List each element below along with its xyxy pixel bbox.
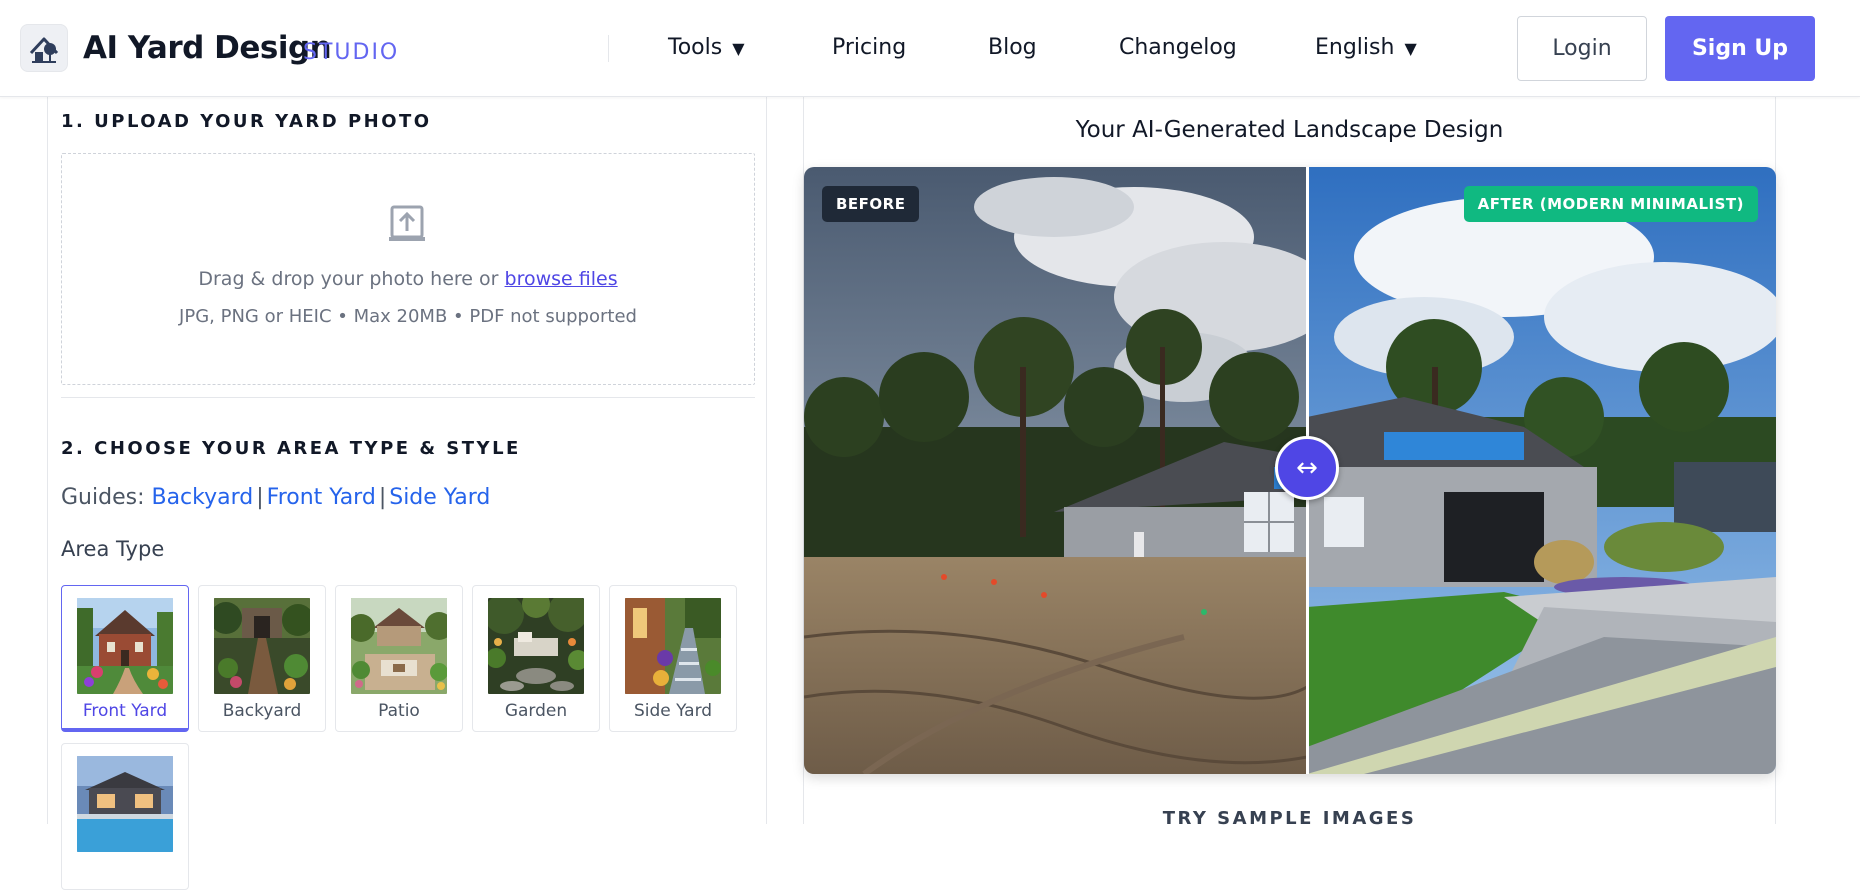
guides-links: Guides: Backyard | Front Yard | Side Yard — [61, 485, 491, 510]
area-tile-label: Front Yard — [82, 701, 168, 721]
upload-heading: 1. UPLOAD YOUR YARD PHOTO — [61, 111, 432, 132]
area-tile-front-yard[interactable]: Front Yard — [61, 585, 189, 732]
nav-divider — [608, 35, 609, 62]
login-button[interactable]: Login — [1517, 16, 1647, 81]
chevron-down-icon: ▼ — [1404, 39, 1417, 58]
dropzone-instructions: Drag & drop your photo here or browse fi… — [62, 268, 754, 290]
brand-subtitle: STUDIO — [303, 40, 400, 65]
slider-handle[interactable]: ↔ — [1275, 436, 1339, 500]
language-label: English — [1315, 35, 1395, 60]
guides-label: Guides: — [61, 485, 145, 510]
before-after-comparison[interactable]: BEFORE AFTER (MODERN MINIMALIST) ↔ — [804, 167, 1776, 774]
upload-icon — [389, 205, 425, 241]
result-panel: Your AI-Generated Landscape Design BEFOR… — [803, 97, 1776, 829]
pool-thumbnail — [77, 756, 173, 852]
garden-thumbnail — [488, 598, 584, 694]
nav-blog[interactable]: Blog — [988, 35, 1037, 60]
dropzone-text: Drag & drop your photo here or — [198, 268, 499, 290]
area-tile-side-yard[interactable]: Side Yard — [609, 585, 737, 732]
area-type-label: Area Type — [61, 537, 165, 561]
settings-panel: 1. UPLOAD YOUR YARD PHOTO Drag & drop yo… — [47, 97, 767, 890]
front-yard-thumbnail — [77, 598, 173, 694]
try-samples-heading: TRY SAMPLE IMAGES — [1162, 808, 1417, 829]
dropzone-hint: JPG, PNG or HEIC • Max 20MB • PDF not su… — [179, 306, 637, 327]
result-title: Your AI-Generated Landscape Design — [1075, 117, 1504, 143]
side-yard-thumbnail — [625, 598, 721, 694]
area-tile-label: Backyard — [222, 701, 302, 721]
after-badge: AFTER (MODERN MINIMALIST) — [1463, 186, 1758, 222]
logo-icon[interactable] — [20, 24, 68, 72]
browse-files-link[interactable]: browse files — [505, 268, 618, 290]
signup-button[interactable]: Sign Up — [1665, 16, 1815, 81]
top-nav-bar: AI Yard Design STUDIO Tools ▼ Pricing Blo… — [0, 0, 1860, 97]
before-badge: BEFORE — [822, 186, 920, 222]
area-tile-patio[interactable]: Patio — [335, 585, 463, 732]
choose-heading: 2. CHOOSE YOUR AREA TYPE & STYLE — [61, 438, 521, 459]
area-tile-pool[interactable] — [61, 743, 189, 890]
area-tile-garden[interactable]: Garden — [472, 585, 600, 732]
patio-thumbnail — [351, 598, 447, 694]
brand-name[interactable]: AI Yard Design — [83, 30, 332, 66]
nav-pricing[interactable]: Pricing — [832, 35, 906, 60]
language-select[interactable]: English ▼ — [1315, 35, 1417, 60]
backyard-thumbnail — [214, 598, 310, 694]
nav-tools-label: Tools — [668, 35, 723, 60]
section-divider — [61, 397, 755, 398]
area-tile-label: Side Yard — [633, 701, 713, 721]
guide-side-yard-link[interactable]: Side Yard — [389, 485, 490, 510]
nav-changelog[interactable]: Changelog — [1119, 35, 1237, 60]
guide-front-yard-link[interactable]: Front Yard — [267, 485, 376, 510]
guide-backyard-link[interactable]: Backyard — [151, 485, 253, 510]
photo-dropzone[interactable]: Drag & drop your photo here or browse fi… — [61, 153, 755, 385]
chevron-down-icon: ▼ — [732, 39, 745, 58]
area-tile-label: Patio — [378, 701, 420, 721]
nav-tools[interactable]: Tools ▼ — [668, 35, 745, 60]
area-tile-backyard[interactable]: Backyard — [198, 585, 326, 732]
area-tile-label: Garden — [504, 701, 568, 721]
